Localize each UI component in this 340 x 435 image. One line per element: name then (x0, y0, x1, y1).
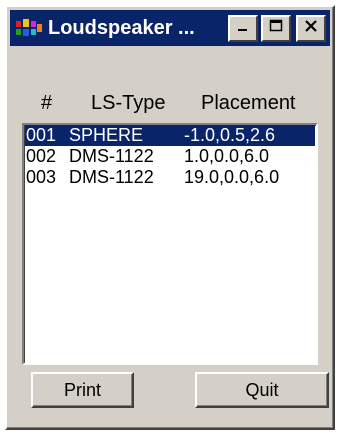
list-item[interactable]: 003 DMS-1122 19.0,0.0,6.0 (25, 167, 315, 188)
maximize-button[interactable] (261, 14, 291, 42)
print-button[interactable]: Print (31, 372, 134, 408)
row-placement: -1.0,0.5,2.6 (184, 125, 276, 145)
row-number: 001 (26, 125, 57, 145)
column-header-number: # (41, 92, 53, 114)
loudspeaker-window: Loudspeaker ... # LS-Type Placement 001 … (5, 5, 335, 430)
column-header-placement: Placement (201, 92, 296, 114)
maximize-icon (269, 19, 283, 38)
close-button[interactable] (296, 14, 326, 42)
row-ls-type: SPHERE (69, 125, 144, 145)
minimize-icon (236, 19, 250, 38)
list-header: # LS-Type Placement (7, 92, 333, 116)
minimize-button[interactable] (228, 14, 258, 42)
list-item[interactable]: 001 SPHERE -1.0,0.5,2.6 (25, 125, 315, 146)
row-placement: 19.0,0.0,6.0 (184, 167, 280, 187)
close-icon (304, 19, 318, 38)
app-icon (14, 16, 44, 40)
row-number: 002 (26, 146, 57, 166)
loudspeaker-list[interactable]: 001 SPHERE -1.0,0.5,2.6 002 DMS-1122 1.0… (22, 123, 318, 365)
quit-button[interactable]: Quit (195, 372, 329, 408)
row-ls-type: DMS-1122 (69, 167, 154, 187)
row-placement: 1.0,0.0,6.0 (184, 146, 270, 166)
list-item[interactable]: 002 DMS-1122 1.0,0.0,6.0 (25, 146, 315, 167)
column-header-ls-type: LS-Type (91, 92, 166, 114)
row-ls-type: DMS-1122 (69, 146, 154, 166)
window-title: Loudspeaker ... (48, 16, 195, 39)
title-bar[interactable]: Loudspeaker ... (10, 10, 330, 46)
row-number: 003 (26, 167, 57, 187)
